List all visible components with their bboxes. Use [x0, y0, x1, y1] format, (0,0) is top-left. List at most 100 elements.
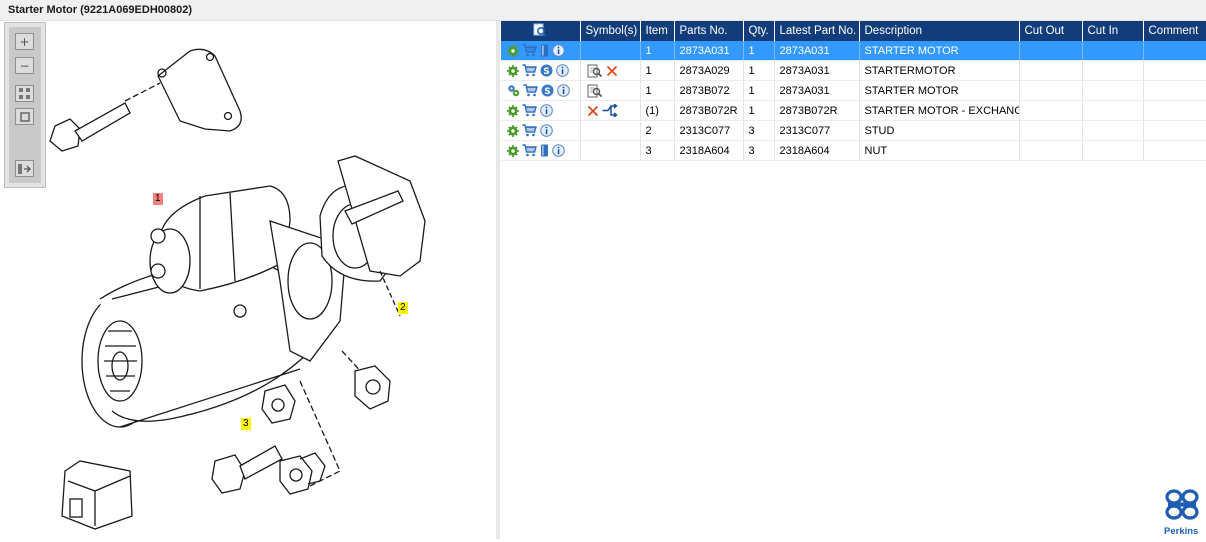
exploded-view-drawing [49, 48, 426, 530]
row-actions-cell [501, 41, 581, 61]
qty-cell: 1 [743, 80, 775, 101]
cross-icon[interactable] [606, 65, 618, 77]
search-page-icon[interactable] [533, 23, 547, 40]
table-row[interactable]: (1) 2873B072R 1 2873B072R STARTER MOTOR - EX… [501, 100, 1206, 121]
cut-in-cell [1082, 41, 1144, 61]
cut-out-cell [1019, 41, 1083, 61]
row-actions [506, 104, 579, 117]
table-row[interactable]: 1 2873A031 1 2873A031 STARTER MOTOR [501, 41, 1206, 61]
qty-cell: 3 [743, 120, 775, 141]
zoom-page-icon[interactable] [587, 64, 603, 78]
parts-diagram[interactable]: 1 2 3 [0, 21, 496, 539]
s-icon[interactable]: S [541, 84, 554, 97]
item-cell: (1) [640, 100, 675, 121]
row-actions-cell [501, 140, 581, 161]
cut-in-cell [1082, 140, 1144, 161]
comment-cell [1143, 60, 1206, 81]
info-icon[interactable] [557, 84, 570, 97]
table-row[interactable]: 2 2313C077 3 2313C077 STUD [501, 120, 1206, 141]
book-icon[interactable] [540, 144, 549, 157]
gear-icon[interactable] [507, 144, 519, 157]
gear-icon[interactable] [507, 124, 519, 137]
exchange-icon[interactable] [602, 104, 618, 117]
symbols-cell [580, 60, 641, 81]
row-actions: S [506, 64, 579, 77]
cart-icon[interactable] [523, 84, 538, 97]
col-qty[interactable]: Qty. [743, 21, 775, 41]
parts-no-cell: 2313C077 [674, 120, 744, 141]
symbols-cell [580, 120, 641, 141]
callout-1[interactable]: 1 [153, 193, 163, 205]
parts-no-cell: 2873B072 [674, 80, 744, 101]
qty-cell: 1 [743, 41, 775, 61]
comment-cell [1143, 41, 1206, 61]
plus-icon[interactable]: + [15, 33, 34, 50]
gear-icon[interactable] [507, 44, 519, 57]
col-symbols[interactable]: Symbol(s) [580, 21, 641, 41]
gear-icon[interactable] [507, 64, 519, 77]
gears-icon[interactable] [507, 84, 520, 97]
col-item[interactable]: Item [640, 21, 675, 41]
description-cell: STARTER MOTOR [859, 41, 1020, 61]
cut-in-cell [1082, 100, 1144, 121]
info-icon[interactable] [540, 124, 553, 137]
cart-icon[interactable] [522, 124, 537, 137]
comment-cell [1143, 80, 1206, 101]
cart-icon[interactable] [522, 104, 537, 117]
parts-table: Symbol(s) Item Parts No. Qty. Latest Par… [501, 21, 1206, 161]
item-cell: 1 [640, 41, 675, 61]
header-search-cell[interactable] [501, 21, 581, 41]
cross-icon[interactable] [587, 105, 599, 117]
cart-icon[interactable] [522, 44, 537, 57]
table-row[interactable]: S 1 2873A029 1 2873A031 STARTERMOTOR [501, 60, 1206, 81]
comment-cell [1143, 140, 1206, 161]
symbols-cell [580, 100, 641, 121]
gear-icon[interactable] [507, 104, 519, 117]
col-comment[interactable]: Comment [1143, 21, 1206, 41]
row-actions [506, 124, 579, 137]
minus-icon[interactable]: − [15, 57, 34, 74]
info-icon[interactable] [552, 144, 565, 157]
fit-page-icon[interactable] [15, 85, 34, 102]
item-cell: 1 [640, 60, 675, 81]
col-parts-no[interactable]: Parts No. [674, 21, 744, 41]
parts-no-cell: 2318A604 [674, 140, 744, 161]
actual-size-icon[interactable] [15, 108, 34, 125]
latest-part-no-cell: 2873A031 [774, 41, 860, 61]
col-description[interactable]: Description [859, 21, 1020, 41]
window-title: Starter Motor (9221A069EDH00802) [8, 4, 193, 16]
book-icon[interactable] [540, 44, 549, 57]
col-cut-in[interactable]: Cut In [1082, 21, 1144, 41]
latest-part-no-cell: 2873A031 [774, 60, 860, 81]
cut-out-cell [1019, 60, 1083, 81]
latest-part-no-cell: 2318A604 [774, 140, 860, 161]
info-icon[interactable] [556, 64, 569, 77]
qty-cell: 1 [743, 60, 775, 81]
info-icon[interactable] [540, 104, 553, 117]
col-cut-out[interactable]: Cut Out [1019, 21, 1083, 41]
row-actions [506, 44, 579, 57]
cut-in-cell [1082, 120, 1144, 141]
toolbox-panel: + − [9, 27, 41, 183]
callout-3[interactable]: 3 [241, 418, 251, 430]
row-actions-cell [501, 100, 581, 121]
cart-icon[interactable] [522, 144, 537, 157]
callout-2[interactable]: 2 [398, 302, 408, 314]
description-cell: STARTERMOTOR [859, 60, 1020, 81]
parts-no-cell: 2873A029 [674, 60, 744, 81]
zoom-page-icon[interactable] [587, 84, 603, 98]
cut-in-cell [1082, 80, 1144, 101]
symbols-cell [580, 140, 641, 161]
col-latest-part-no[interactable]: Latest Part No. [774, 21, 860, 41]
symbols-cell [580, 41, 641, 61]
s-icon[interactable]: S [540, 64, 553, 77]
cut-out-cell [1019, 80, 1083, 101]
toggle-list-icon[interactable] [15, 160, 34, 177]
panel-splitter[interactable] [496, 21, 500, 539]
cart-icon[interactable] [522, 64, 537, 77]
zoom-toolbox: + − [4, 22, 46, 188]
info-icon[interactable] [552, 44, 565, 57]
svg-text:S: S [544, 87, 550, 97]
table-row[interactable]: S 1 2873B072 1 2873A031 STARTER MOTOR [501, 80, 1206, 101]
table-row[interactable]: 3 2318A604 3 2318A604 NUT [501, 140, 1206, 161]
